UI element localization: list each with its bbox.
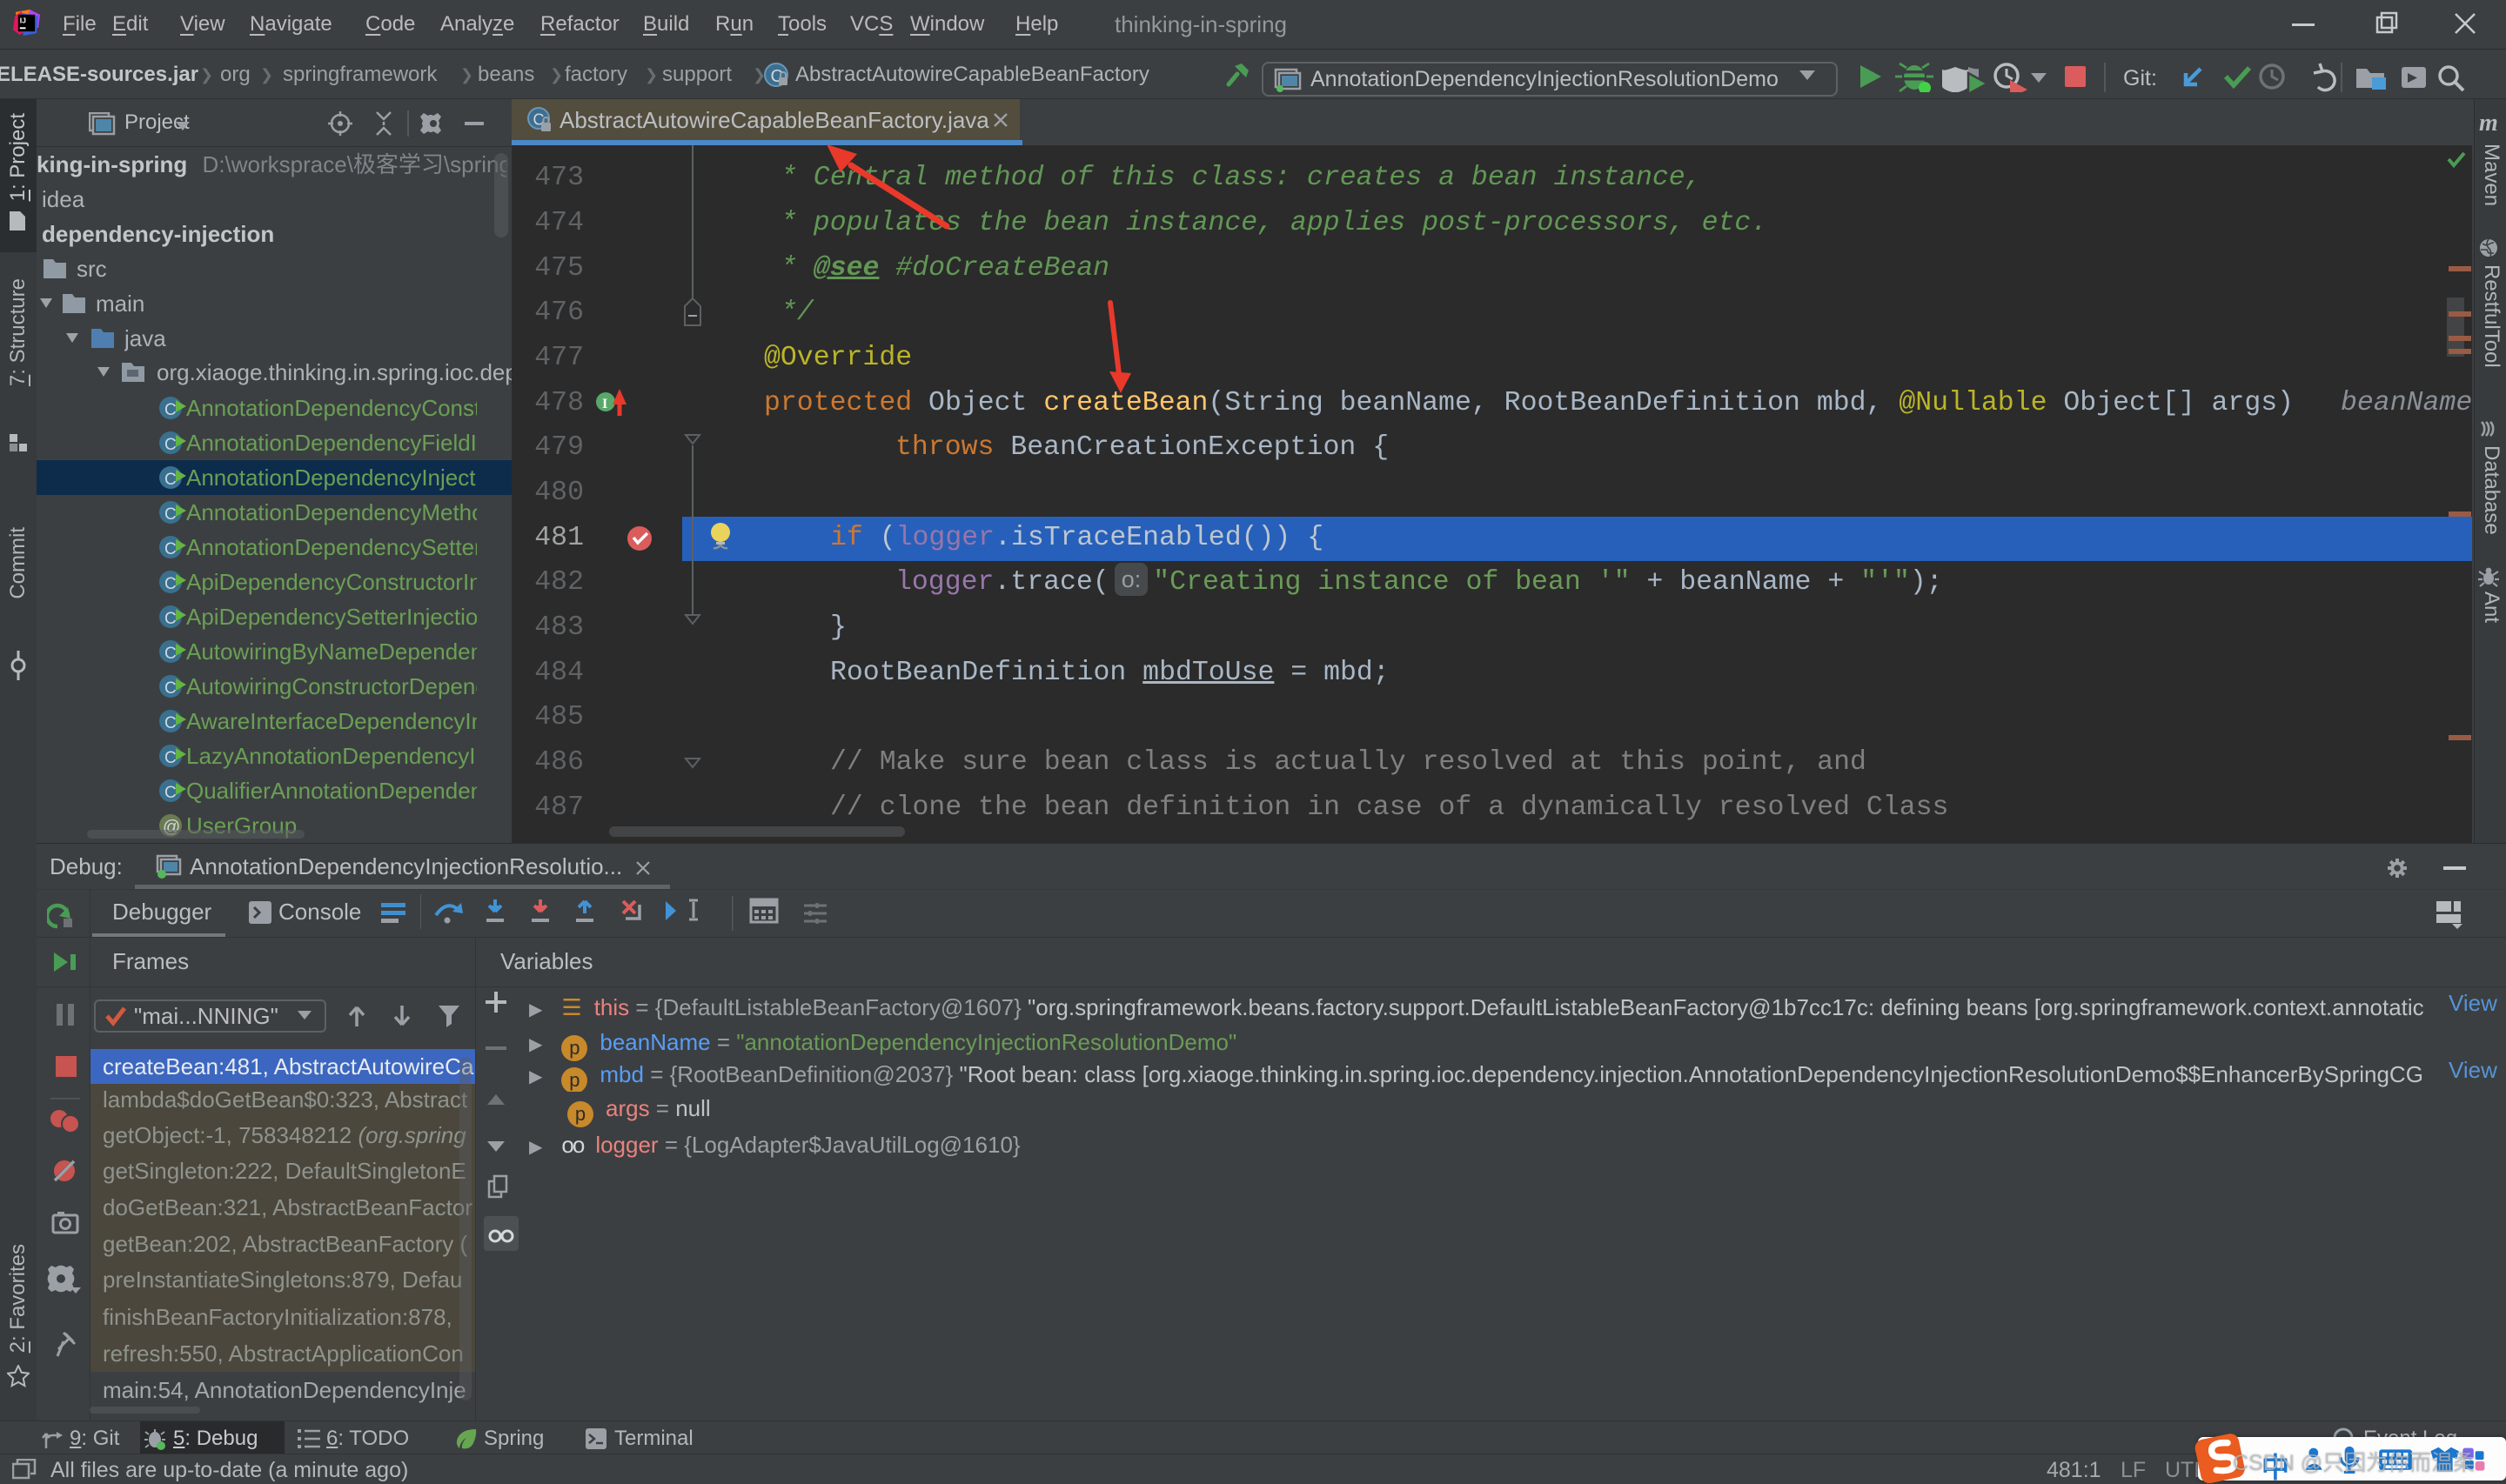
svg-text:C: C <box>164 610 177 628</box>
svg-text:Git:: Git: <box>2123 66 2157 90</box>
svg-text:C: C <box>164 784 177 802</box>
svg-text:C: C <box>164 749 177 767</box>
svg-text:C: C <box>164 679 177 698</box>
svg-text:C: C <box>164 401 177 419</box>
svg-text:C: C <box>164 645 177 663</box>
svg-text:C: C <box>164 436 177 454</box>
svg-text:IJ: IJ <box>20 17 26 25</box>
svg-text:C: C <box>164 575 177 593</box>
svg-text:C: C <box>164 471 177 489</box>
svg-text:I: I <box>602 397 607 411</box>
svg-text:C: C <box>164 505 177 524</box>
svg-text:C: C <box>164 540 177 558</box>
svg-text:C: C <box>164 714 177 732</box>
